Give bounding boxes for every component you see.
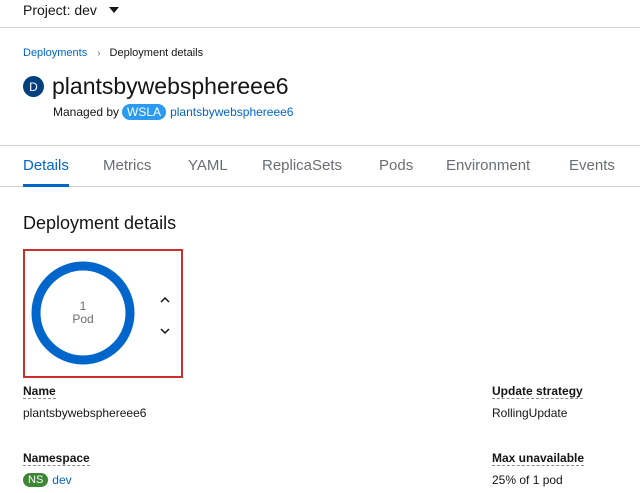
- name-value: plantsbywebsphereee6: [23, 406, 147, 420]
- chevron-right-icon: ›: [97, 47, 101, 59]
- pod-count: 1 Pod: [31, 261, 135, 365]
- pod-count-unit: Pod: [72, 312, 94, 326]
- tab-replicasets[interactable]: ReplicaSets: [262, 146, 342, 186]
- project-bar: Project: dev: [0, 0, 640, 28]
- page-title-row: D plantsbywebsphereee6: [23, 73, 289, 100]
- name-label: Name: [23, 384, 56, 399]
- update-strategy-value: RollingUpdate: [492, 406, 568, 420]
- tab-metrics[interactable]: Metrics: [103, 146, 151, 186]
- managed-by-link[interactable]: plantsbywebsphereee6: [170, 105, 293, 119]
- namespace-value: NS dev: [23, 473, 72, 487]
- breadcrumb-deployments-link[interactable]: Deployments: [23, 47, 87, 59]
- max-unavailable-label: Max unavailable: [492, 451, 585, 466]
- pod-ring-highlight: 1 Pod: [23, 249, 183, 378]
- section-title: Deployment details: [23, 213, 177, 233]
- update-strategy-label: Update strategy: [492, 384, 583, 399]
- tab-bar: Details Metrics YAML ReplicaSets Pods En…: [0, 145, 640, 187]
- namespace-link[interactable]: dev: [52, 473, 71, 487]
- breadcrumb: Deployments › Deployment details: [23, 47, 203, 59]
- tab-details[interactable]: Details: [23, 146, 69, 187]
- caret-down-icon: [108, 7, 119, 13]
- tab-events[interactable]: Events: [569, 146, 615, 186]
- deployment-resource-icon: D: [23, 76, 44, 97]
- application-badge: WSLA: [122, 104, 167, 120]
- max-unavailable-value: 25% of 1 pod: [492, 473, 563, 487]
- breadcrumb-current: Deployment details: [109, 47, 204, 59]
- tab-environment[interactable]: Environment: [446, 146, 530, 186]
- page-title: plantsbywebsphereee6: [52, 73, 289, 99]
- project-selector[interactable]: Project: dev: [23, 0, 119, 20]
- managed-by: Managed by WSLA plantsbywebsphereee6: [53, 104, 293, 120]
- scale-down-icon[interactable]: [158, 324, 172, 338]
- namespace-label: Namespace: [23, 451, 90, 466]
- tab-pods[interactable]: Pods: [379, 146, 413, 186]
- tab-yaml[interactable]: YAML: [188, 146, 228, 186]
- scale-up-icon[interactable]: [158, 293, 172, 307]
- namespace-badge: NS: [23, 473, 49, 487]
- project-label: Project: dev: [23, 2, 97, 18]
- managed-by-label: Managed by: [53, 105, 120, 119]
